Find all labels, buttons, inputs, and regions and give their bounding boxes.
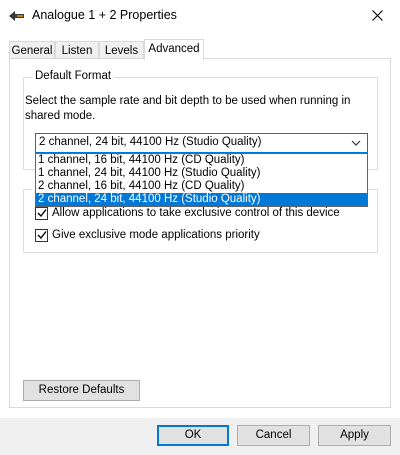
- chevron-down-icon: [351, 140, 361, 146]
- exclusive-priority-label: Give exclusive mode applications priorit…: [52, 229, 260, 241]
- format-select-value: 2 channel, 24 bit, 44100 Hz (Studio Qual…: [39, 136, 262, 148]
- format-option[interactable]: 1 channel, 16 bit, 44100 Hz (CD Quality): [36, 154, 367, 167]
- format-option-selected[interactable]: 2 channel, 24 bit, 44100 Hz (Studio Qual…: [36, 193, 367, 206]
- tab-advanced[interactable]: Advanced: [144, 39, 204, 60]
- checkmark-icon: [37, 231, 47, 240]
- speaker-arrow-icon: [9, 11, 24, 21]
- apply-button[interactable]: Apply: [318, 425, 391, 446]
- format-option[interactable]: 1 channel, 24 bit, 44100 Hz (Studio Qual…: [36, 167, 367, 180]
- default-format-legend: Default Format: [32, 70, 115, 82]
- default-format-description: Select the sample rate and bit depth to …: [25, 95, 351, 122]
- close-icon: [371, 10, 383, 21]
- window-title: Analogue 1 + 2 Properties: [32, 8, 177, 22]
- title-bar: Analogue 1 + 2 Properties: [0, 0, 400, 33]
- allow-exclusive-label: Allow applications to take exclusive con…: [52, 207, 340, 219]
- exclusive-priority-row[interactable]: Give exclusive mode applications priorit…: [35, 227, 260, 243]
- allow-exclusive-row[interactable]: Allow applications to take exclusive con…: [35, 205, 340, 221]
- cancel-button[interactable]: Cancel: [237, 425, 310, 446]
- allow-exclusive-checkbox[interactable]: [35, 206, 48, 220]
- format-option[interactable]: 2 channel, 16 bit, 44100 Hz (CD Quality): [36, 180, 367, 193]
- exclusive-priority-checkbox[interactable]: [35, 228, 48, 242]
- format-select[interactable]: 2 channel, 24 bit, 44100 Hz (Studio Qual…: [35, 133, 368, 153]
- ok-button[interactable]: OK: [157, 425, 229, 446]
- format-dropdown-list[interactable]: 1 channel, 16 bit, 44100 Hz (CD Quality)…: [35, 153, 368, 207]
- checkmark-icon: [37, 209, 47, 218]
- close-button[interactable]: [354, 0, 400, 31]
- restore-defaults-button[interactable]: Restore Defaults: [23, 380, 140, 401]
